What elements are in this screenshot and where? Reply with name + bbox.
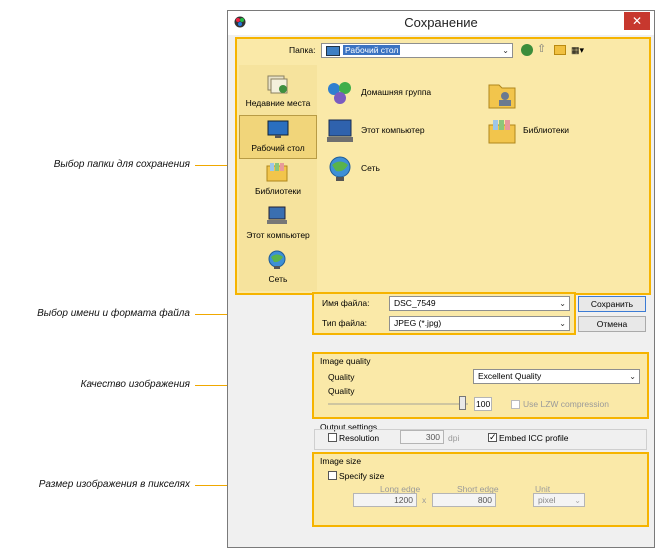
folder-combo[interactable]: Рабочий стол ⌄ bbox=[321, 43, 513, 58]
libraries-icon bbox=[266, 163, 288, 182]
item-label: Сеть bbox=[361, 163, 380, 173]
place-label: Недавние места bbox=[245, 98, 311, 108]
image-size-title: Image size bbox=[320, 456, 362, 466]
file-name-value: DSC_7549 bbox=[394, 298, 436, 308]
long-edge-field[interactable]: 1200 bbox=[353, 493, 417, 507]
resolution-field[interactable]: 300 bbox=[400, 430, 444, 444]
desktop-small-icon bbox=[326, 45, 340, 56]
file-name-label: Имя файла: bbox=[322, 298, 370, 308]
dialog-title: Сохранение bbox=[404, 15, 478, 30]
quality-select-value: Excellent Quality bbox=[478, 371, 542, 381]
title-bar: Сохранение ✕ bbox=[228, 11, 654, 35]
folder-browser-panel: Папка: Рабочий стол ⌄ ⇧ ▦▾ Недавние мест… bbox=[235, 37, 651, 295]
computer-icon bbox=[267, 206, 287, 224]
short-edge-field[interactable]: 800 bbox=[432, 493, 496, 507]
item-homegroup[interactable]: Домашняя группа bbox=[325, 79, 445, 105]
specify-size-checkbox[interactable] bbox=[328, 471, 337, 480]
specify-size-label: Specify size bbox=[339, 471, 385, 481]
file-name-input[interactable]: DSC_7549 ⌄ bbox=[389, 296, 570, 311]
up-folder-icon[interactable]: ⇧ bbox=[537, 43, 549, 56]
network-icon bbox=[329, 156, 351, 181]
place-network[interactable]: Сеть bbox=[239, 247, 317, 291]
item-libraries[interactable]: Библиотеки bbox=[487, 117, 607, 144]
callout-name-format: Выбор имени и формата файла bbox=[37, 308, 190, 319]
quality-slider-track[interactable] bbox=[328, 403, 468, 405]
computer-icon bbox=[327, 119, 353, 142]
libraries-icon bbox=[488, 120, 516, 144]
callout-size: Размер изображения в пикселях bbox=[38, 479, 190, 490]
place-label: Библиотеки bbox=[254, 186, 302, 196]
item-computer[interactable]: Этот компьютер bbox=[325, 117, 445, 143]
place-label: Этот компьютер bbox=[246, 230, 310, 240]
quality-label: Quality bbox=[328, 372, 355, 382]
item-label: Этот компьютер bbox=[361, 125, 425, 135]
file-type-value: JPEG (*.jpg) bbox=[394, 318, 442, 328]
save-dialog: Сохранение ✕ Папка: Рабочий стол ⌄ ⇧ ▦▾ … bbox=[227, 10, 655, 548]
homegroup-icon bbox=[328, 82, 351, 104]
chevron-down-icon: ⌄ bbox=[574, 496, 581, 505]
lzw-label: Use LZW compression bbox=[523, 399, 609, 409]
desktop-icon bbox=[267, 120, 289, 138]
chevron-down-icon: ⌄ bbox=[629, 372, 636, 381]
place-recent[interactable]: Недавние места bbox=[239, 71, 317, 115]
resolution-checkbox[interactable] bbox=[328, 433, 337, 442]
unit-select[interactable]: pixel ⌄ bbox=[533, 493, 585, 507]
place-libraries[interactable]: Библиотеки bbox=[239, 159, 317, 203]
callout-quality: Качество изображения bbox=[80, 379, 190, 390]
lzw-checkbox[interactable] bbox=[511, 400, 520, 409]
place-label: Рабочий стол bbox=[251, 143, 305, 153]
chevron-down-icon: ⌄ bbox=[559, 319, 566, 328]
save-button[interactable]: Сохранить bbox=[578, 296, 646, 312]
view-menu-icon[interactable]: ▦▾ bbox=[571, 44, 587, 56]
network-icon bbox=[268, 250, 286, 269]
item-user-folder[interactable] bbox=[487, 79, 527, 109]
quality-value-field[interactable]: 100 bbox=[474, 397, 492, 411]
folder-combo-value: Рабочий стол bbox=[343, 45, 401, 55]
recent-places-icon bbox=[267, 75, 288, 94]
place-label: Сеть bbox=[268, 274, 288, 284]
unit-select-value: pixel bbox=[538, 495, 556, 505]
folder-label: Папка: bbox=[289, 45, 316, 55]
item-label: Домашняя группа bbox=[361, 87, 432, 97]
new-folder-icon[interactable] bbox=[554, 45, 566, 55]
image-quality-title: Image quality bbox=[320, 356, 371, 366]
close-button[interactable]: ✕ bbox=[624, 12, 650, 30]
item-network[interactable]: Сеть bbox=[325, 155, 445, 181]
quality-select[interactable]: Excellent Quality ⌄ bbox=[473, 369, 640, 384]
cancel-button[interactable]: Отмена bbox=[578, 316, 646, 332]
places-bar: Недавние места Рабочий стол Библиотеки Э… bbox=[239, 65, 317, 291]
chevron-down-icon: ⌄ bbox=[559, 299, 566, 308]
quality-slider-thumb[interactable] bbox=[459, 396, 466, 410]
back-icon[interactable] bbox=[521, 44, 533, 56]
place-computer[interactable]: Этот компьютер bbox=[239, 203, 317, 247]
quality-slider-label: Quality bbox=[328, 386, 355, 396]
callout-folder: Выбор папки для сохранения bbox=[53, 159, 190, 170]
user-folder-icon bbox=[488, 84, 516, 109]
times-sign: x bbox=[422, 495, 427, 505]
resolution-unit: dpi bbox=[448, 433, 460, 443]
chevron-down-icon: ⌄ bbox=[502, 46, 509, 55]
embed-icc-checkbox[interactable]: ✓ bbox=[488, 433, 497, 442]
place-desktop[interactable]: Рабочий стол bbox=[239, 115, 317, 159]
file-type-select[interactable]: JPEG (*.jpg) ⌄ bbox=[389, 316, 570, 331]
file-type-label: Тип файла: bbox=[322, 318, 368, 328]
resolution-label: Resolution bbox=[339, 433, 380, 443]
embed-icc-label: Embed ICC profile bbox=[499, 433, 569, 443]
item-label: Библиотеки bbox=[523, 125, 570, 135]
